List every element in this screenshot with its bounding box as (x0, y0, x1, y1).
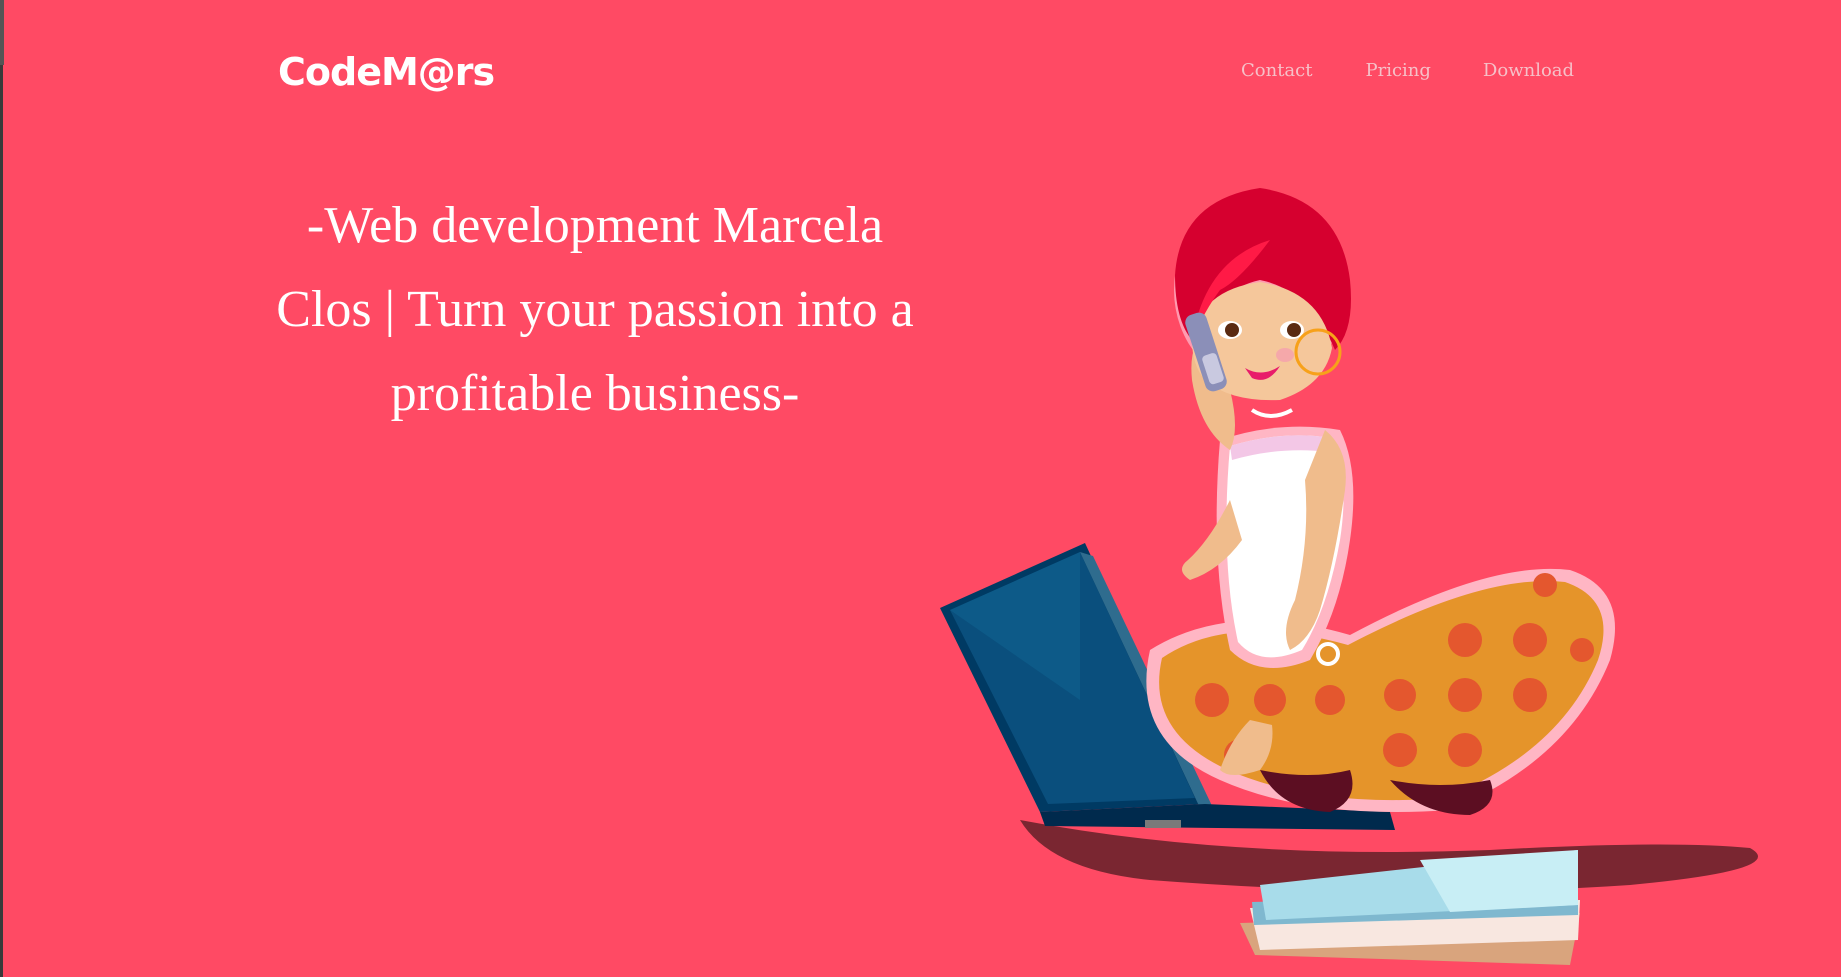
woman-laptop-illustration (940, 188, 1758, 965)
window-edge (0, 0, 3, 977)
woman-legs (1146, 568, 1615, 815)
nav-link-download[interactable]: Download (1483, 58, 1574, 84)
hero-headline: -Web development Marcela Clos | Turn you… (276, 197, 914, 422)
main-nav: Contact Pricing Download (1241, 58, 1574, 84)
landing-page: CodeM@rs Contact Pricing Download -Web d… (0, 0, 1841, 977)
site-logo[interactable]: CodeM@rs (278, 48, 495, 96)
window-edge-top (0, 0, 4, 65)
nav-link-pricing[interactable]: Pricing (1365, 58, 1430, 84)
nav-link-contact[interactable]: Contact (1241, 58, 1312, 84)
